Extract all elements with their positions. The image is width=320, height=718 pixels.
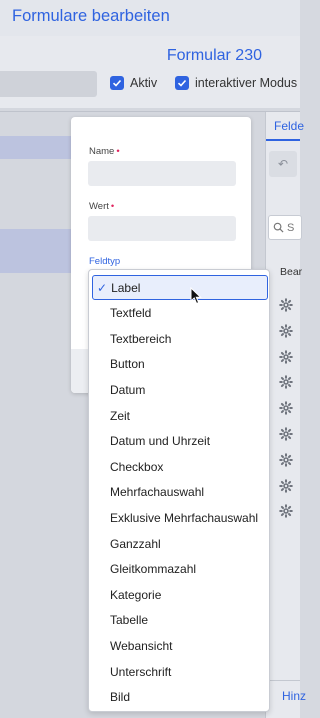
aktiv-label: Aktiv xyxy=(130,76,158,90)
divider xyxy=(266,680,300,681)
gear-icon[interactable] xyxy=(279,375,293,390)
dropdown-option[interactable]: Tabelle xyxy=(89,608,269,633)
form-search-field[interactable] xyxy=(0,71,97,97)
search-icon xyxy=(273,222,284,233)
check-icon xyxy=(110,76,124,90)
sidebar-item-highlight[interactable] xyxy=(0,136,72,159)
form-title: Formular 230 xyxy=(166,47,262,64)
dropdown-option-label: Unterschrift xyxy=(110,664,172,679)
dropdown-option[interactable]: Textfeld xyxy=(89,301,269,326)
check-icon xyxy=(175,76,189,90)
dropdown-option[interactable]: Button xyxy=(89,352,269,377)
dropdown-option[interactable]: Exklusive Mehrfachauswahl xyxy=(89,505,269,530)
dropdown-option[interactable]: Datum und Uhrzeit xyxy=(89,429,269,454)
dropdown-option-label: Ganzzahl xyxy=(110,536,161,551)
gear-icon[interactable] xyxy=(279,298,293,312)
dropdown-option[interactable]: Datum xyxy=(89,377,269,402)
field-type-label: Feldtyp xyxy=(89,256,121,267)
divider xyxy=(0,111,300,112)
dropdown-option-label: Zeit xyxy=(110,408,131,423)
required-marker: • xyxy=(110,201,115,212)
gear-icon[interactable] xyxy=(279,401,293,415)
dropdown-option-label: Datum xyxy=(110,382,146,397)
value-label: Wert • xyxy=(89,201,115,212)
name-input[interactable] xyxy=(88,161,236,186)
dropdown-option[interactable]: Bild xyxy=(89,685,269,710)
dropdown-option[interactable]: Textbereich xyxy=(89,326,269,351)
tab-felder[interactable]: Felde xyxy=(274,119,304,133)
dropdown-option-label: Bild xyxy=(110,690,131,705)
dropdown-option[interactable]: Zeit xyxy=(89,403,269,428)
dropdown-option-label: Gleitkommazahl xyxy=(110,562,197,577)
dropdown-option[interactable]: Webansicht xyxy=(89,633,269,658)
fields-search-input[interactable]: S xyxy=(268,215,302,240)
dropdown-option[interactable]: Unterschrift xyxy=(89,659,269,684)
dropdown-option-label: Datum und Uhrzeit xyxy=(110,434,211,449)
dropdown-option-label: Textfeld xyxy=(110,306,152,321)
dropdown-option[interactable]: Checkbox xyxy=(89,454,269,479)
dropdown-option-label: Kategorie xyxy=(110,587,162,602)
dropdown-option-label: Tabelle xyxy=(110,613,149,628)
dropdown-option[interactable]: Kategorie xyxy=(89,582,269,607)
gear-icon[interactable] xyxy=(279,452,293,467)
gear-icon[interactable] xyxy=(279,504,293,519)
interaktiver-modus-label: interaktiver Modus xyxy=(195,76,298,90)
name-label: Name • xyxy=(89,146,120,157)
gear-icon[interactable] xyxy=(279,323,293,338)
tab-underline xyxy=(266,139,300,141)
value-input[interactable] xyxy=(88,216,236,241)
dropdown-option-label: Button xyxy=(110,357,145,372)
dropdown-option-label: Checkbox xyxy=(110,459,164,474)
undo-button[interactable]: ↶ xyxy=(269,151,297,177)
add-field-button[interactable]: Hinz xyxy=(282,689,306,703)
dropdown-option[interactable]: Ganzzahl xyxy=(89,531,269,556)
mouse-cursor-icon xyxy=(190,287,202,305)
sidebar-item-highlight[interactable] xyxy=(0,229,72,273)
dropdown-option[interactable]: Gleitkommazahl xyxy=(89,557,269,582)
dropdown-option-label: Textbereich xyxy=(110,331,172,346)
dropdown-option-label: Exklusive Mehrfachauswahl xyxy=(110,510,259,525)
undo-icon: ↶ xyxy=(277,157,289,171)
dropdown-option[interactable]: Mehrfachauswahl xyxy=(89,480,269,505)
column-header-bearbeiten: Bear xyxy=(280,266,303,278)
search-placeholder: S xyxy=(287,221,295,234)
gear-icon[interactable] xyxy=(279,478,293,493)
app-header: Formulare bearbeiten xyxy=(0,0,300,36)
checkmark-icon: ✓ xyxy=(97,280,108,295)
dropdown-option-label: Webansicht xyxy=(110,638,173,653)
dropdown-option[interactable]: ✓ Label xyxy=(92,275,268,300)
app-title: Formulare bearbeiten xyxy=(12,7,170,25)
field-type-dropdown[interactable]: ✓ Label Textfeld Textbereich Button Datum Zeit… xyxy=(88,269,270,712)
required-marker: • xyxy=(116,146,120,157)
gear-icon[interactable] xyxy=(279,349,293,364)
dropdown-option-label: Label xyxy=(111,280,141,295)
interaktiver-modus-checkbox[interactable]: interaktiver Modus xyxy=(175,76,297,90)
aktiv-checkbox[interactable]: Aktiv xyxy=(110,76,157,90)
dropdown-option-label: Mehrfachauswahl xyxy=(110,485,205,500)
gear-icon[interactable] xyxy=(279,427,293,441)
